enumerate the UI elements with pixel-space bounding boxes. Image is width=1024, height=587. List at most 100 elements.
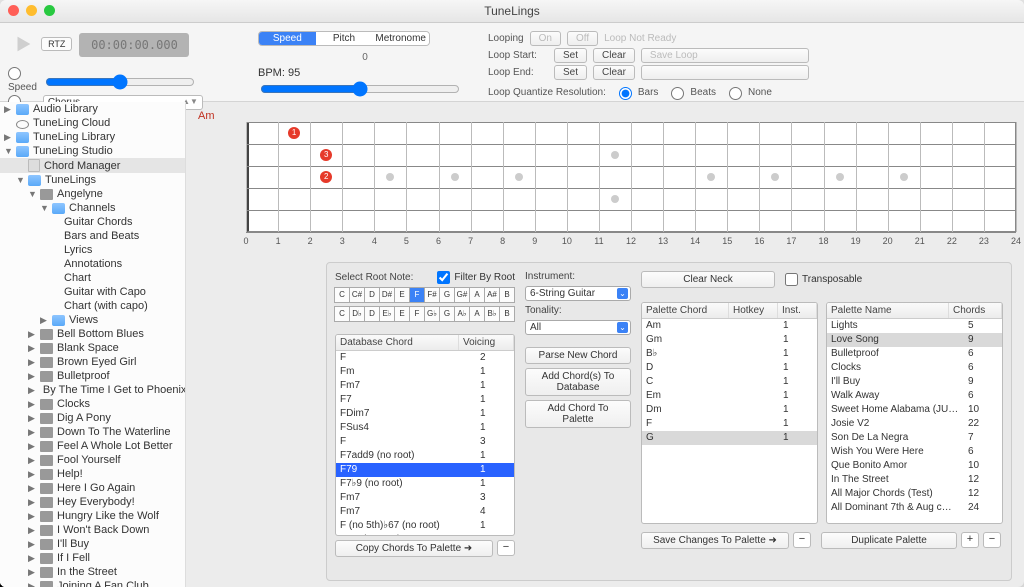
table-row[interactable]: Love Song9 [827,333,1002,347]
sidebar-item[interactable]: ▶I Won't Back Down [0,523,185,537]
minimize-icon[interactable] [26,5,37,16]
root-note-cell[interactable]: E [394,287,410,303]
root-note-cell[interactable]: D♭ [349,306,365,322]
root-note-cell[interactable]: F [409,306,425,322]
table-row[interactable]: Fm1 [336,365,514,379]
sidebar-item[interactable]: ▶Brown Eyed Girl [0,355,185,369]
pal-remove[interactable]: − [793,532,811,548]
loop-end-set[interactable]: Set [554,65,587,80]
parse-chord-button[interactable]: Parse New Chord [525,347,631,364]
sidebar-item[interactable]: ▼TuneLing Studio [0,144,185,158]
root-note-cell[interactable]: G [439,306,455,322]
root-note-cell[interactable]: G# [454,287,470,303]
root-note-cell[interactable]: E [394,306,410,322]
duplicate-palette-button[interactable]: Duplicate Palette [821,532,957,549]
clear-neck-button[interactable]: Clear Neck [641,271,775,288]
sidebar-item[interactable]: ▶Hungry Like the Wolf [0,509,185,523]
root-note-cell[interactable]: E♭ [379,306,395,322]
fretboard[interactable]: 0123456789101112131415161718192021222324… [246,122,1016,232]
sidebar-item[interactable]: ▶Here I Go Again [0,481,185,495]
palette-name-table[interactable]: Palette NameChords Lights5Love Song9Bull… [826,302,1003,524]
fret-finger[interactable]: 1 [288,127,300,139]
mode-segmented[interactable]: Speed Pitch Metronome [258,31,430,46]
table-row[interactable]: FSus41 [336,421,514,435]
sidebar-item[interactable]: Guitar with Capo [0,285,185,299]
root-note-cell[interactable]: A♭ [454,306,470,322]
table-row[interactable]: Am1 [642,319,817,333]
root-note-cell[interactable]: A [469,287,485,303]
table-row[interactable]: F1 [642,417,817,431]
filter-by-root-check[interactable]: Filter By Root [437,271,515,284]
loop-range[interactable] [641,65,809,80]
sidebar-item[interactable]: Chord Manager [0,158,185,173]
sidebar-item[interactable]: ▶Clocks [0,397,185,411]
root-note-cell[interactable]: A [469,306,485,322]
db-remove[interactable]: − [497,540,515,556]
table-row[interactable]: F2 [336,351,514,365]
sidebar-item[interactable]: Guitar Chords [0,215,185,229]
root-note-cell[interactable]: D [364,287,380,303]
sidebar-item[interactable]: ▶Down To The Waterline [0,425,185,439]
sidebar-item[interactable]: ▼TuneLings [0,173,185,187]
transposable-check[interactable]: Transposable [785,273,862,286]
pn-add[interactable]: + [961,532,979,548]
root-note-cell[interactable]: B [499,306,515,322]
table-row[interactable]: F791 [336,463,514,477]
root-note-cell[interactable]: F [409,287,425,303]
table-row[interactable]: Fm71 [336,379,514,393]
root-note-cell[interactable]: B♭ [484,306,500,322]
sidebar-item[interactable]: ▶I'll Buy [0,537,185,551]
sidebar-item[interactable]: Bars and Beats [0,229,185,243]
sidebar-item[interactable]: ▶Blank Space [0,341,185,355]
table-row[interactable]: B♭1 [642,347,817,361]
root-note-cell[interactable]: G♭ [424,306,440,322]
sidebar-item[interactable]: ▶Fool Yourself [0,453,185,467]
sidebar-item[interactable]: Chart [0,271,185,285]
palette-chord-table[interactable]: Palette ChordHotkeyInst. Am1Gm1B♭1D1C1Em… [641,302,818,524]
loop-off[interactable]: Off [567,31,598,46]
table-row[interactable]: Clocks6 [827,361,1002,375]
sidebar-item[interactable]: Annotations [0,257,185,271]
table-row[interactable]: Fm73 [336,491,514,505]
loop-start-clear[interactable]: Clear [593,48,635,63]
add-to-db-button[interactable]: Add Chord(s) To Database [525,368,631,396]
loop-on[interactable]: On [530,31,561,46]
table-row[interactable]: Em1 [642,389,817,403]
sidebar-item[interactable]: ▶Help! [0,467,185,481]
sidebar-item[interactable]: ▶Dig A Pony [0,411,185,425]
root-note-cell[interactable]: G [439,287,455,303]
close-icon[interactable] [8,5,19,16]
table-row[interactable]: Bulletproof6 [827,347,1002,361]
table-row[interactable]: All Major Chords (Test)12 [827,487,1002,501]
seg-speed[interactable]: Speed [259,32,316,45]
table-row[interactable]: Fm74 [336,505,514,519]
loop-end-clear[interactable]: Clear [593,65,635,80]
table-row[interactable]: All Dominant 7th & Aug c…24 [827,501,1002,515]
res-bars[interactable]: Bars [614,84,659,100]
table-row[interactable]: F71 [336,393,514,407]
seg-pitch[interactable]: Pitch [316,32,373,45]
table-row[interactable]: Que Bonito Amor10 [827,459,1002,473]
table-row[interactable]: F (no 5th)♭67 (no root)1 [336,519,514,533]
root-note-cell[interactable]: C [334,287,350,303]
sidebar-item[interactable]: Chart (with capo) [0,299,185,313]
root-note-cell[interactable]: D# [379,287,395,303]
sidebar-item[interactable]: ▶Feel A Whole Lot Better [0,439,185,453]
save-palette-button[interactable]: Save Changes To Palette ➜ [641,532,789,549]
save-loop-button[interactable]: Save Loop [641,48,809,63]
table-row[interactable]: FDim71 [336,407,514,421]
table-row[interactable]: G1 [642,431,817,445]
root-note-cell[interactable]: F# [424,287,440,303]
table-row[interactable]: Son De La Negra7 [827,431,1002,445]
root-note-cell[interactable]: C# [349,287,365,303]
copy-chords-button[interactable]: Copy Chords To Palette ➜ [335,540,493,557]
table-row[interactable]: F7add9 (no root)1 [336,449,514,463]
table-row[interactable]: C1 [642,375,817,389]
table-row[interactable]: In The Street12 [827,473,1002,487]
bpm-slider[interactable] [260,81,460,97]
res-none[interactable]: None [724,84,772,100]
rtz-button[interactable]: RTZ [41,37,72,51]
play-button[interactable] [12,33,34,55]
sidebar-item[interactable]: ▶Joining A Fan Club [0,579,185,587]
sidebar-item[interactable]: ▶If I Fell [0,551,185,565]
